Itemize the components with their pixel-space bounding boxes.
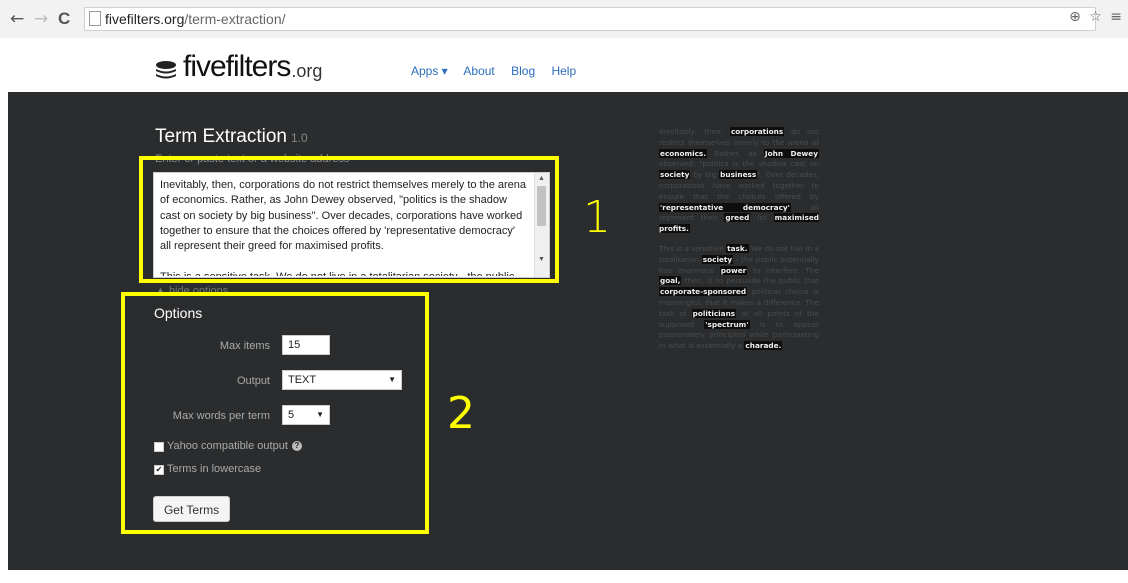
preview-text: for <box>750 213 774 223</box>
nav-blog[interactable]: Blog <box>511 64 535 78</box>
extracted-term: greed <box>724 213 751 223</box>
extracted-term: politicians <box>691 308 737 318</box>
extracted-term: society <box>659 170 691 180</box>
nav-help[interactable]: Help <box>551 64 576 78</box>
back-icon[interactable]: ← <box>10 9 24 29</box>
yahoo-checkbox[interactable] <box>154 442 164 452</box>
lowercase-label: Terms in lowercase <box>167 463 262 475</box>
extracted-term: corporations <box>729 127 785 136</box>
extracted-term: business <box>719 170 758 180</box>
max-words-select[interactable]: 5 ▼ <box>282 405 330 425</box>
extracted-term: corporate-sponsored <box>659 287 748 297</box>
annotation-box-1 <box>139 156 559 283</box>
chevron-down-icon: ▼ <box>316 410 324 419</box>
nav-apps[interactable]: Apps ▾ <box>411 64 448 78</box>
options-heading: Options <box>154 305 203 321</box>
extracted-term: charade. <box>744 341 783 351</box>
preview-text: to interfere. The <box>747 265 819 275</box>
version-badge: 1.0 <box>290 131 308 145</box>
preview-paragraph: Inevitably, then, corporations do not re… <box>659 127 819 235</box>
extracted-term: power <box>719 265 748 275</box>
output-select-value: TEXT <box>288 374 317 386</box>
annotation-number-2: 2 <box>447 388 475 439</box>
logo-text: fivefilters <box>183 50 291 83</box>
preview-text: Inevitably, then, <box>659 127 730 136</box>
nav-about[interactable]: About <box>463 64 494 78</box>
chevron-down-icon: ▼ <box>388 375 396 384</box>
site-header: fivefilters .org Apps ▾ About Blog Help <box>0 38 1128 90</box>
help-icon[interactable]: ? <box>291 441 302 452</box>
browser-extension-icons[interactable]: ⊕ ☆ ≡ <box>1069 9 1124 25</box>
address-bar[interactable]: fivefilters.org/term-extraction/ <box>84 7 1096 31</box>
preview-text: This is a sensitive <box>659 243 727 253</box>
stack-logo-icon <box>156 61 176 79</box>
page-icon <box>89 11 101 26</box>
yahoo-label: Yahoo compatible output <box>167 440 288 452</box>
extracted-term: economics. <box>659 148 708 158</box>
page-title: Term Extraction 1.0 <box>155 126 308 148</box>
extracted-term: 'spectrum' <box>704 319 750 329</box>
max-words-select-value: 5 <box>288 409 295 421</box>
preview-text: observed, "politics is the shadow cast o… <box>659 159 819 169</box>
top-nav: Apps ▾ About Blog Help <box>411 64 589 78</box>
forward-icon[interactable]: → <box>34 9 48 29</box>
output-select[interactable]: TEXT ▼ <box>282 370 402 390</box>
check-icon: ✔ <box>155 465 163 474</box>
browser-toolbar: ← → C fivefilters.org/term-extraction/ ⊕… <box>0 0 1128 39</box>
extracted-term: task. <box>726 243 749 253</box>
highlighted-terms-preview: Inevitably, then, corporations do not re… <box>659 127 819 361</box>
extracted-term: John Dewey <box>763 148 819 158</box>
url-host: fivefilters.org <box>105 11 185 27</box>
extracted-term: society <box>701 254 734 264</box>
extracted-term: goal, <box>659 276 682 286</box>
preview-text: Rather, as <box>707 148 764 158</box>
max-items-label: Max items <box>219 340 270 352</box>
site-logo[interactable]: fivefilters .org <box>155 50 322 84</box>
logo-ext: .org <box>291 61 323 81</box>
yahoo-option: Yahoo compatible output? <box>167 440 302 452</box>
max-words-label: Max words per term <box>172 410 270 422</box>
annotation-number-1: 1 <box>583 192 611 243</box>
output-label: Output <box>236 375 270 387</box>
url-text: fivefilters.org/term-extraction/ <box>105 11 286 27</box>
preview-paragraph: This is a sensitive task. We do not live… <box>659 243 819 352</box>
preview-text: then, is to persuade the public that <box>681 276 819 286</box>
lowercase-checkbox[interactable]: ✔ <box>154 465 164 475</box>
extracted-term: 'representative democracy' <box>659 202 791 212</box>
page-title-text: Term Extraction <box>155 126 287 147</box>
preview-text: by big <box>690 170 720 180</box>
get-terms-button[interactable]: Get Terms <box>153 496 230 522</box>
max-items-input[interactable]: 15 <box>282 335 330 355</box>
url-path: /term-extraction/ <box>184 11 286 27</box>
reload-icon[interactable]: C <box>58 9 70 29</box>
